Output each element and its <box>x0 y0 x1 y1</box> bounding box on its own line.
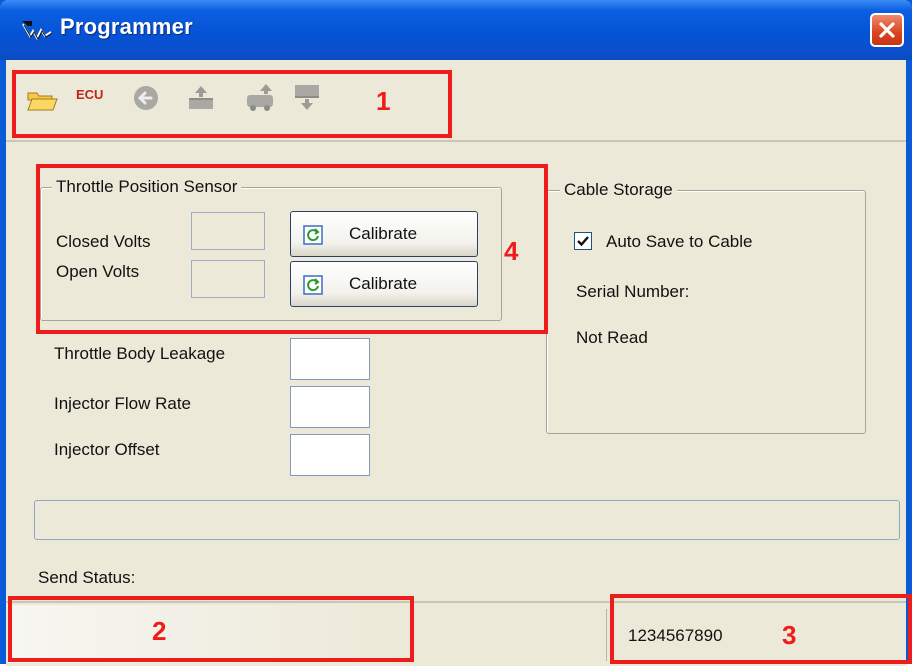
cable-storage-title: Cable Storage <box>560 180 677 200</box>
injector-flow-rate-label: Injector Flow Rate <box>54 394 191 413</box>
auto-save-checkbox[interactable] <box>574 232 592 250</box>
injector-flow-rate-input[interactable] <box>290 386 370 428</box>
annotation-label-1: 1 <box>376 86 391 116</box>
injector-offset-input[interactable] <box>290 434 370 476</box>
window-title: Programmer <box>60 14 193 39</box>
annotation-box-2 <box>8 596 414 662</box>
throttle-body-leakage-label: Throttle Body Leakage <box>54 344 226 363</box>
serial-number-value: Not Read <box>576 328 648 347</box>
annotation-label-2: 2 <box>152 616 167 646</box>
signal-icon <box>22 21 53 41</box>
annotation-box-4 <box>36 164 548 334</box>
serial-number-label: Serial Number: <box>576 282 690 301</box>
title-bar[interactable]: Programmer <box>0 0 912 60</box>
close-button[interactable] <box>870 13 904 47</box>
programmer-window: Programmer ECU Throttle Position Sensor … <box>0 0 912 666</box>
auto-save-label[interactable]: Auto Save to Cable <box>606 232 752 252</box>
status-separator <box>606 609 607 661</box>
injector-offset-label: Injector Offset <box>54 440 160 459</box>
send-status-label: Send Status: <box>38 568 136 587</box>
annotation-label-3: 3 <box>782 620 797 650</box>
send-progress-bar <box>34 500 900 540</box>
annotation-box-3 <box>610 594 912 664</box>
throttle-body-leakage-input[interactable] <box>290 338 370 380</box>
annotation-label-4: 4 <box>504 236 519 266</box>
close-icon <box>879 22 895 38</box>
cable-storage-groupbox <box>546 190 866 434</box>
checkmark-icon <box>577 236 589 247</box>
